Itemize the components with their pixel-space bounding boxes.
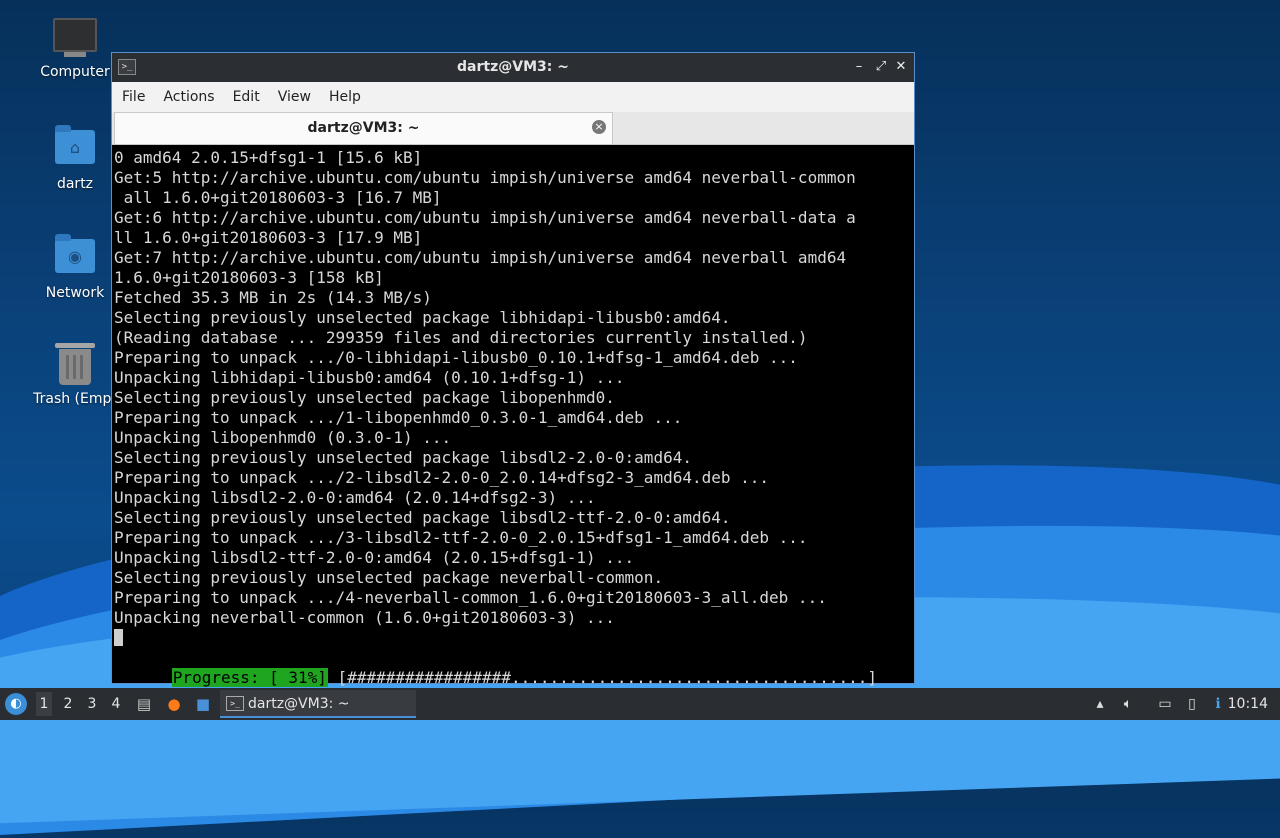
progress-label: Progress: [ 31%] [171,668,328,687]
tab-terminal[interactable]: dartz@VM3: ~ × [114,112,613,144]
taskbar: ◐ 1 2 3 4 ▤ ● ■ >_ dartz@VM3: ~ ▴ 🔈︎ ▭ ▯… [0,688,1280,720]
menu-edit[interactable]: Edit [226,89,267,105]
terminal-line: Fetched 35.3 MB in 2s (14.3 MB/s) [114,288,432,307]
tab-label: dartz@VM3: ~ [307,120,420,136]
tab-bar: dartz@VM3: ~ × [112,112,914,145]
clipboard-icon[interactable]: ▯ [1182,694,1202,714]
workspace-4[interactable]: 4 [108,696,124,712]
desktop-icon-label: dartz [56,176,94,192]
terminal-line: Get:6 http://archive.ubuntu.com/ubuntu i… [114,208,856,227]
terminal-line: Unpacking neverball-common (1.6.0+git201… [114,608,615,627]
start-menu-icon[interactable]: ◐ [5,693,27,715]
menu-help[interactable]: Help [322,89,368,105]
terminal-line: Selecting previously unselected package … [114,448,692,467]
terminal-line: Get:7 http://archive.ubuntu.com/ubuntu i… [114,248,847,267]
desktop-icon-network[interactable]: ◉ Network [25,234,125,301]
terminal-line: Selecting previously unselected package … [114,508,731,527]
network-folder-icon: ◉ [53,234,97,279]
terminal-output[interactable]: 0 amd64 2.0.15+dfsg1-1 [15.6 kB] Get:5 ht… [112,145,910,687]
network-tray-icon[interactable]: ▭ [1155,694,1175,714]
terminal-line: (Reading database ... 299359 files and d… [114,328,808,347]
notification-icon[interactable]: ℹ [1208,694,1228,714]
firefox-icon[interactable]: ● [164,694,184,714]
home-folder-icon: ⌂ [53,125,97,170]
terminal-task-icon: >_ [226,696,244,711]
close-button[interactable]: ✕ [892,58,910,76]
computer-icon [53,18,97,58]
progress-bar: [#################......................… [327,668,877,687]
terminal-line: ll 1.6.0+git20180603-3 [17.9 MB] [114,228,423,247]
tray-updates-icon[interactable]: ▴ [1090,694,1110,714]
terminal-line: 0 amd64 2.0.15+dfsg1-1 [15.6 kB] [114,148,423,167]
show-desktop-icon[interactable]: ■ [193,694,213,714]
clock[interactable]: 10:14 [1228,696,1268,712]
workspace-2[interactable]: 2 [60,696,76,712]
window-title: dartz@VM3: ~ [457,59,569,75]
terminal-line: Preparing to unpack .../4-neverball-comm… [114,588,827,607]
tab-close-icon[interactable]: × [592,120,606,134]
terminal-line: Selecting previously unselected package … [114,568,664,587]
terminal-line: Unpacking libsdl2-2.0-0:amd64 (2.0.14+df… [114,488,596,507]
desktop-icon-label: Network [45,285,105,301]
desktop-icon-computer[interactable]: Computer [25,18,125,80]
menu-view[interactable]: View [271,89,318,105]
terminal-window: >_ dartz@VM3: ~ – ⤢ ✕ File Actions Edit … [111,52,915,687]
terminal-line: Selecting previously unselected package … [114,308,731,327]
terminal-line: 1.6.0+git20180603-3 [158 kB] [114,268,384,287]
terminal-line: all 1.6.0+git20180603-3 [16.7 MB] [114,188,442,207]
menu-actions[interactable]: Actions [156,89,221,105]
volume-icon[interactable]: 🔈︎ [1118,694,1138,714]
maximize-button[interactable]: ⤢ [872,58,890,76]
file-manager-icon[interactable]: ▤ [134,694,154,714]
terminal-line: Selecting previously unselected package … [114,388,615,407]
terminal-line: Unpacking libhidapi-libusb0:amd64 (0.10.… [114,368,625,387]
terminal-line: Preparing to unpack .../0-libhidapi-libu… [114,348,798,367]
terminal-line: Unpacking libsdl2-ttf-2.0-0:amd64 (2.0.1… [114,548,635,567]
menu-file[interactable]: File [115,89,152,105]
terminal-line: Preparing to unpack .../2-libsdl2-2.0-0_… [114,468,770,487]
workspace-1[interactable]: 1 [36,692,52,716]
minimize-button[interactable]: – [850,58,868,76]
terminal-line: Get:5 http://archive.ubuntu.com/ubuntu i… [114,168,856,187]
workspace-3[interactable]: 3 [84,696,100,712]
text-cursor [114,629,123,646]
terminal-line: Preparing to unpack .../1-libopenhmd0_0.… [114,408,683,427]
desktop-icon-label: Trash (Empt [33,391,117,407]
trash-icon [53,343,97,385]
terminal-line: Unpacking libopenhmd0 (0.3.0-1) ... [114,428,452,447]
desktop-icon-home[interactable]: ⌂ dartz [25,125,125,192]
terminal-line: Preparing to unpack .../3-libsdl2-ttf-2.… [114,528,808,547]
desktop-icon-label: Computer [40,64,110,80]
desktop-icon-trash[interactable]: Trash (Empt [25,343,125,407]
window-titlebar[interactable]: >_ dartz@VM3: ~ – ⤢ ✕ [112,53,914,82]
task-label: dartz@VM3: ~ [248,696,350,712]
taskbar-task-terminal[interactable]: >_ dartz@VM3: ~ [220,690,416,718]
menu-bar: File Actions Edit View Help [112,82,914,112]
